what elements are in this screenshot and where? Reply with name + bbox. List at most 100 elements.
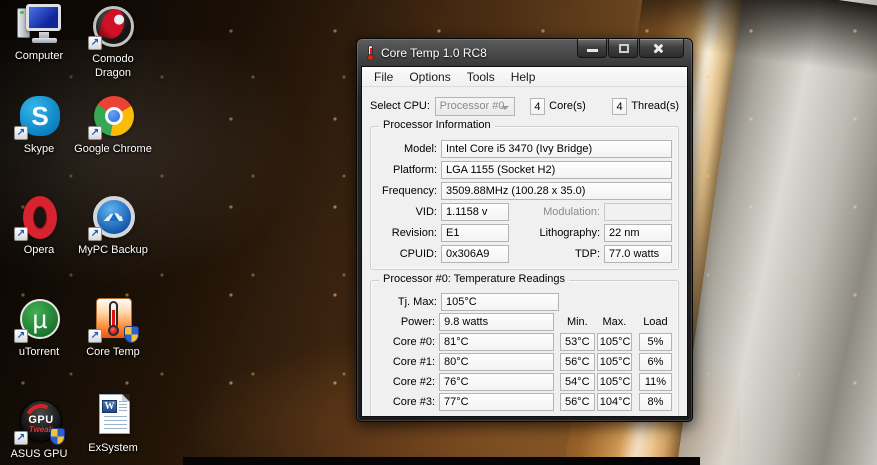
shortcut-arrow-icon: ↗ [88,126,102,140]
core-temp-icon: ↗ [90,298,136,342]
core-min-field: 54°C [560,373,595,391]
tdp-label: TDP: [509,248,604,260]
comodo-dragon-icon: ↗ [90,5,136,49]
threads-label: Thread(s) [631,100,679,112]
wallpaper-sheen [0,40,320,300]
menu-file[interactable]: File [366,68,401,86]
word-document-icon: W [90,394,136,438]
tj-max-field: 105°C [441,293,559,311]
shortcut-arrow-icon: ↗ [14,431,28,445]
column-header-load: Load [639,316,672,328]
desktop-icon-label: Computer [15,49,63,63]
uac-shield-icon [50,428,65,445]
group-title: Processor #0: Temperature Readings [379,273,569,285]
desktop-icon-google-chrome[interactable]: ↗ Google Chrome [72,95,154,156]
modulation-label: Modulation: [509,206,604,218]
shortcut-arrow-icon: ↗ [88,329,102,343]
platform-field: LGA 1155 (Socket H2) [441,161,672,179]
core-temp-field: 80°C [439,353,554,371]
menu-bar: File Options Tools Help [362,67,687,87]
platform-label: Platform: [373,164,441,176]
model-field: Intel Core i5 3470 (Ivy Bridge) [441,140,672,158]
menu-help[interactable]: Help [503,68,544,86]
title-bar[interactable]: Core Temp 1.0 RC8 [357,39,692,66]
core-count-field: 4 [530,98,545,115]
power-label: Power: [373,316,439,328]
core-row: Core #0: 81°C 53°C 105°C 5% [373,332,672,352]
desktop-icon-label: MyPC Backup [78,243,148,257]
window-client-area: File Options Tools Help Select CPU: Proc… [361,66,688,417]
core-max-field: 105°C [597,353,632,371]
desktop-icon-opera[interactable]: ↗ Opera [0,196,80,257]
window-title: Core Temp 1.0 RC8 [381,46,487,60]
desktop: { "desktop": { "icons": [ { "id": "compu… [0,0,877,465]
desktop-icon-utorrent[interactable]: µ ↗ uTorrent [0,298,80,359]
processor-select-dropdown[interactable]: Processor #0 [435,97,515,116]
mypc-backup-icon: ☁ ↗ [90,196,136,240]
lithography-label: Lithography: [509,227,604,239]
wallpaper-silver-band [662,0,877,465]
desktop-icon-computer[interactable]: Computer [0,2,80,63]
desktop-icon-comodo-dragon[interactable]: ↗ Comodo Dragon [72,5,154,80]
revision-field: E1 [441,224,509,242]
core-temp-field: 76°C [439,373,554,391]
core-max-field: 104°C [597,393,632,411]
column-header-max: Max. [597,316,632,328]
desktop-icon-label: Opera [24,243,55,257]
gpu-tweak-icon: GPUTweak ↗ [16,400,62,444]
desktop-icon-core-temp[interactable]: ↗ Core Temp [72,298,154,359]
core-load-field: 8% [639,393,672,411]
select-cpu-label: Select CPU: [370,100,435,112]
skype-icon: S ↗ [16,95,62,139]
desktop-icon-skype[interactable]: S ↗ Skype [0,95,80,156]
temperature-readings-group: Processor #0: Temperature Readings Tj. M… [370,280,679,417]
processor-information-group: Processor Information Model: Intel Core … [370,126,679,270]
core-temp-window: Core Temp 1.0 RC8 File Options Tools Hel… [356,38,693,422]
desktop-icon-asus-gpu[interactable]: GPUTweak ↗ ASUS GPU [0,400,80,461]
uac-shield-icon [124,326,139,343]
window-content: Select CPU: Processor #0 4 Core(s) 4 Thr… [362,96,687,417]
bottom-black-strip [183,457,700,465]
close-button[interactable] [639,39,684,58]
desktop-icon-word-document[interactable]: W ExSystem [72,394,154,455]
group-title: Processor Information [379,119,495,131]
cpuid-label: CPUID: [373,248,441,260]
desktop-icon-label: Core Temp [86,345,140,359]
core-label: Core #3: [373,396,439,408]
modulation-field [604,203,672,221]
menu-tools[interactable]: Tools [459,68,503,86]
desktop-icon-label: uTorrent [19,345,59,359]
chevron-down-icon [501,106,509,110]
model-label: Model: [373,143,441,155]
vid-label: VID: [373,206,441,218]
core-load-field: 6% [639,353,672,371]
menu-options[interactable]: Options [401,68,458,86]
core-label: Core #1: [373,356,439,368]
app-thermometer-icon [365,45,375,61]
shortcut-arrow-icon: ↗ [14,329,28,343]
core-min-field: 53°C [560,333,595,351]
desktop-icon-label: Skype [24,142,55,156]
core-min-field: 56°C [560,393,595,411]
shortcut-arrow-icon: ↗ [88,227,102,241]
core-label: Core #0: [373,336,439,348]
core-load-field: 11% [639,373,672,391]
shortcut-arrow-icon: ↗ [88,36,102,50]
utorrent-icon: µ ↗ [16,298,62,342]
core-row: Core #2: 76°C 54°C 105°C 11% [373,372,672,392]
minimize-button[interactable] [577,39,607,58]
maximize-button[interactable] [608,39,638,58]
cpuid-field: 0x306A9 [441,245,509,263]
core-max-field: 105°C [597,333,632,351]
desktop-icon-label: Google Chrome [74,142,152,156]
revision-label: Revision: [373,227,441,239]
tj-max-label: Tj. Max: [373,296,441,308]
frequency-label: Frequency: [373,185,441,197]
core-temp-field: 81°C [439,333,554,351]
core-min-field: 56°C [560,353,595,371]
desktop-icon-label: ExSystem [88,441,138,455]
select-cpu-row: Select CPU: Processor #0 4 Core(s) 4 Thr… [370,96,679,116]
desktop-icon-mypc-backup[interactable]: ☁ ↗ MyPC Backup [72,196,154,257]
shortcut-arrow-icon: ↗ [14,227,28,241]
frequency-field: 3509.88MHz (100.28 x 35.0) [441,182,672,200]
